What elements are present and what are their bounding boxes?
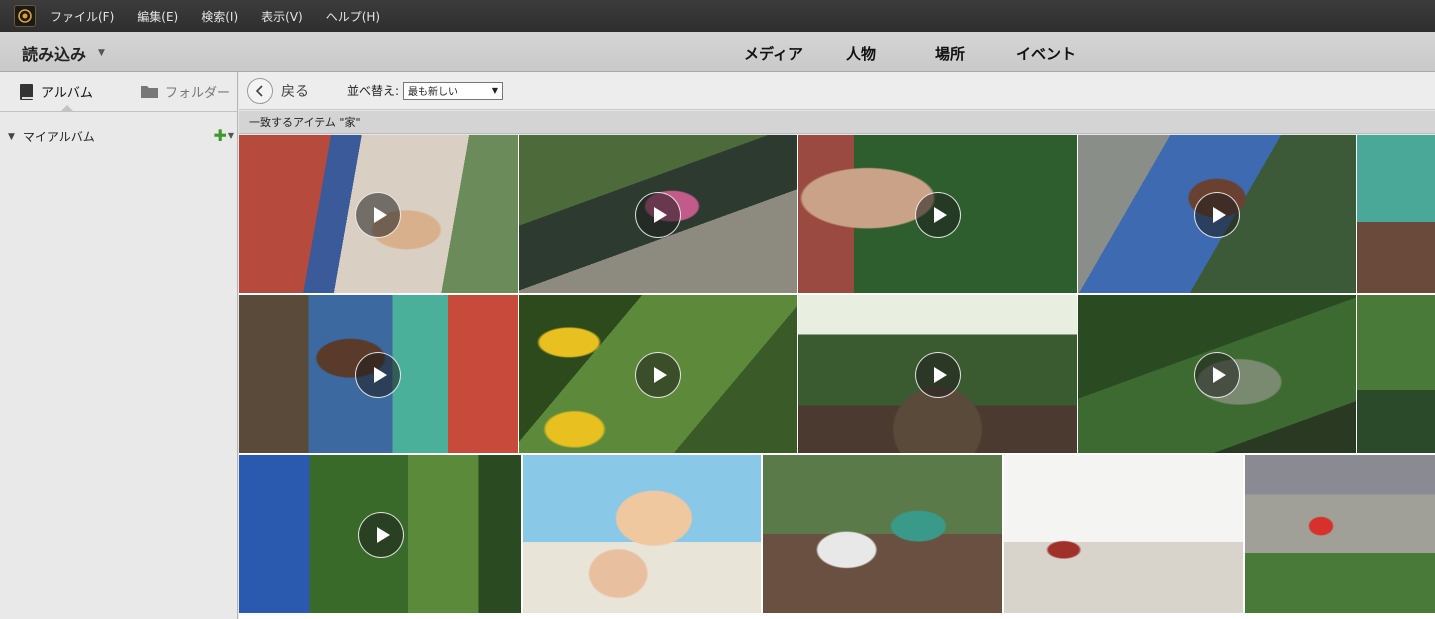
media-grid (239, 135, 1435, 619)
menu-view[interactable]: 表示(V) (261, 8, 303, 25)
tab-people[interactable]: 人物 (846, 43, 876, 64)
menu-file[interactable]: ファイル(F) (50, 8, 114, 25)
play-icon[interactable] (915, 192, 961, 238)
media-thumbnail[interactable] (1245, 455, 1435, 613)
media-thumbnail[interactable] (798, 135, 1077, 293)
media-thumbnail[interactable] (1004, 455, 1243, 613)
expand-triangle-icon[interactable]: ▼ (8, 132, 15, 142)
tab-places[interactable]: 場所 (935, 43, 965, 64)
results-header-text: 一致するアイテム "家" (249, 116, 361, 129)
results-header: 一致するアイテム "家" (239, 111, 1435, 134)
media-thumbnail[interactable] (798, 295, 1077, 453)
media-thumbnail[interactable] (239, 455, 521, 613)
my-albums-row[interactable]: ▼ マイアルバム ✚ ▼ (8, 126, 234, 145)
media-thumbnail[interactable] (239, 295, 518, 453)
tab-album[interactable]: アルバム (19, 82, 93, 101)
media-toolbar: 戻る 並べ替え: 最も新しい ▼ (239, 72, 1435, 110)
tab-media[interactable]: メディア (744, 43, 803, 64)
media-thumbnail[interactable] (1357, 295, 1435, 453)
media-thumbnail[interactable] (519, 295, 797, 453)
import-button[interactable]: 読み込み ▼ (22, 41, 105, 65)
chevron-left-icon (255, 84, 263, 97)
tab-folder[interactable]: フォルダー (140, 82, 230, 101)
menu-bar: ファイル(F) 編集(E) 検索(I) 表示(V) ヘルプ(H) (0, 0, 1435, 32)
book-icon (20, 83, 33, 100)
left-panel-tabs: アルバム フォルダー (0, 72, 237, 112)
tab-album-label: アルバム (41, 86, 93, 101)
sort-label: 並べ替え: (347, 84, 400, 98)
play-icon[interactable] (355, 352, 401, 398)
add-album-button[interactable]: ✚ ▼ (213, 126, 234, 145)
media-thumbnail[interactable] (239, 135, 518, 293)
plus-icon: ✚ (213, 126, 227, 145)
folder-icon (141, 86, 158, 98)
media-thumbnail[interactable] (519, 135, 797, 293)
back-button[interactable] (247, 77, 273, 104)
media-thumbnail[interactable] (763, 455, 1002, 613)
my-albums-label: マイアルバム (22, 130, 95, 144)
menu-search[interactable]: 検索(I) (201, 8, 238, 25)
chevron-down-icon: ▼ (491, 86, 499, 95)
chevron-down-icon: ▼ (98, 48, 105, 58)
play-icon[interactable] (635, 192, 681, 238)
play-icon[interactable] (635, 352, 681, 398)
menu-edit[interactable]: 編集(E) (137, 8, 178, 25)
tab-folder-label: フォルダー (165, 86, 231, 101)
play-icon[interactable] (358, 512, 404, 558)
sort-select-value: 最も新しい (408, 87, 459, 98)
media-thumbnail[interactable] (1357, 135, 1435, 293)
play-icon[interactable] (915, 352, 961, 398)
tab-indicator (60, 105, 74, 112)
chevron-down-icon: ▼ (227, 131, 234, 140)
play-icon[interactable] (1194, 352, 1240, 398)
back-label[interactable]: 戻る (281, 81, 309, 101)
media-thumbnail[interactable] (1078, 135, 1356, 293)
top-nav-bar: 読み込み ▼ メディア 人物 場所 イベント (0, 32, 1435, 72)
play-icon[interactable] (1194, 192, 1240, 238)
sort-select[interactable]: 最も新しい ▼ (403, 81, 504, 100)
import-label: 読み込み (22, 45, 87, 64)
tab-events[interactable]: イベント (1016, 43, 1076, 64)
menu-help[interactable]: ヘルプ(H) (326, 8, 380, 25)
play-icon[interactable] (355, 192, 401, 238)
left-panel: アルバム フォルダー ▼ マイアルバム ✚ ▼ (0, 72, 238, 619)
app-logo-icon[interactable] (14, 5, 36, 27)
media-thumbnail[interactable] (1078, 295, 1356, 453)
media-thumbnail[interactable] (523, 455, 761, 613)
